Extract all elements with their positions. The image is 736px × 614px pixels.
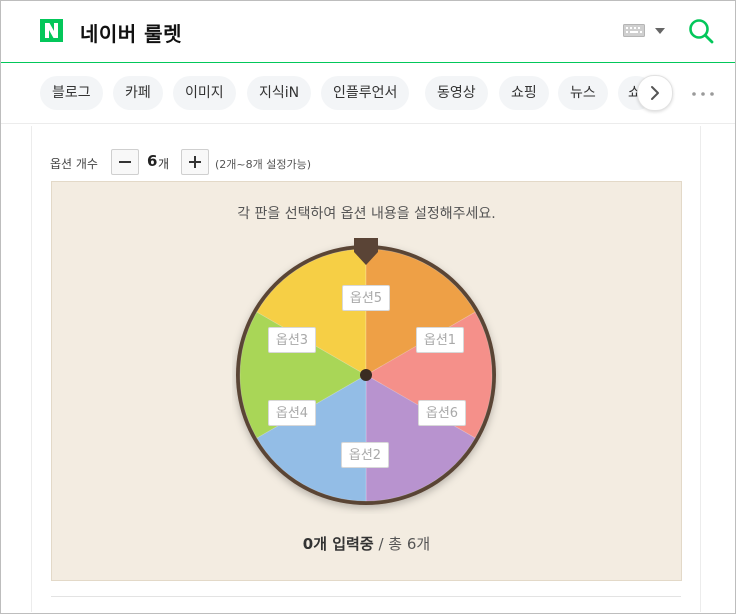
slice-label-option6[interactable]: 옵션6 xyxy=(418,400,466,426)
slice-label-option4[interactable]: 옵션4 xyxy=(268,400,316,426)
slice-label-option2[interactable]: 옵션2 xyxy=(341,442,389,468)
tab-shopping[interactable]: 쇼핑 xyxy=(499,76,549,110)
page-title: 네이버 룰렛 xyxy=(80,22,182,46)
status-total: / 총 6개 xyxy=(378,535,431,553)
instruction-text: 각 판을 선택하여 옵션 내용을 설정해주세요. xyxy=(237,206,496,222)
bottom-divider xyxy=(51,596,681,597)
keyboard-icon[interactable] xyxy=(623,24,645,37)
tab-blog[interactable]: 블로그 xyxy=(40,76,103,110)
plus-icon xyxy=(189,156,201,168)
naver-logo-icon[interactable] xyxy=(40,19,63,42)
card-border-left xyxy=(31,126,32,612)
caret-down-icon[interactable] xyxy=(655,28,665,34)
tab-cafe[interactable]: 카페 xyxy=(113,76,163,110)
increase-button[interactable] xyxy=(181,149,209,175)
option-count-value: 6 xyxy=(147,152,158,170)
card-border-right xyxy=(700,126,701,612)
tab-news[interactable]: 뉴스 xyxy=(558,76,608,110)
roulette-board: 각 판을 선택하여 옵션 내용을 설정해주세요. 옵션1 옵션6 옵션2 옵션4… xyxy=(51,181,682,581)
slice-label-option1[interactable]: 옵션1 xyxy=(416,327,464,353)
option-range-hint: (2개~8개 설정가능) xyxy=(215,158,312,171)
slice-label-option5[interactable]: 옵션5 xyxy=(342,285,390,311)
tabs-divider xyxy=(1,123,735,124)
tabs-next-button[interactable] xyxy=(637,75,673,111)
option-count-unit: 개 xyxy=(158,157,170,171)
slice-label-option3[interactable]: 옵션3 xyxy=(268,327,316,353)
decrease-button[interactable] xyxy=(111,149,139,175)
tab-influencer[interactable]: 인플루언서 xyxy=(321,76,410,110)
search-icon[interactable] xyxy=(688,18,714,44)
tab-image[interactable]: 이미지 xyxy=(173,76,236,110)
minus-icon xyxy=(119,161,131,163)
wheel-center-hub xyxy=(360,369,372,381)
option-count-label: 옵션 개수 xyxy=(50,157,98,171)
status-count: 0개 입력중 xyxy=(302,535,374,553)
roulette-wheel xyxy=(236,238,496,505)
tab-video[interactable]: 동영상 xyxy=(425,76,488,110)
tab-kin[interactable]: 지식iN xyxy=(247,76,312,110)
more-icon[interactable] xyxy=(692,92,714,96)
input-status: 0개 입력중 / 총 6개 xyxy=(52,533,681,554)
chevron-right-icon xyxy=(651,86,659,100)
search-tabs: 블로그 카페 이미지 지식iN 인플루언서 동영상 쇼핑 뉴스 쇼 xyxy=(40,76,660,112)
header-divider xyxy=(1,62,735,63)
